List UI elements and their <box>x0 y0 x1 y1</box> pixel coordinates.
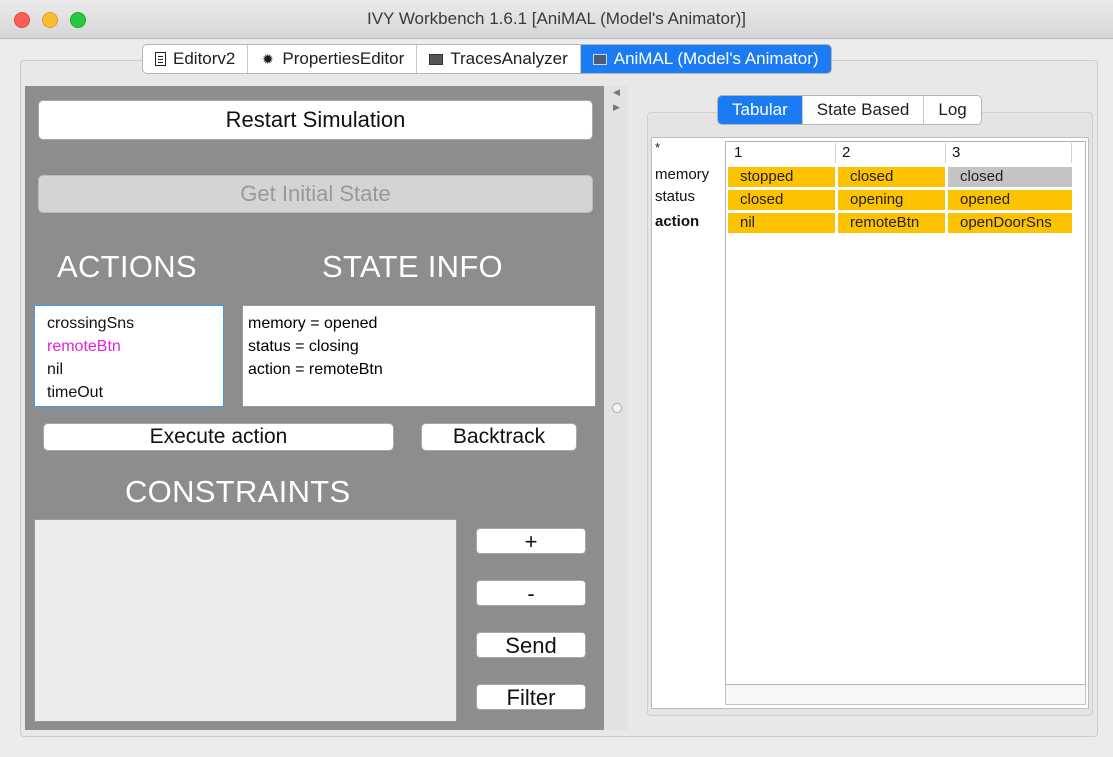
window-title: IVY Workbench 1.6.1 [AniMAL (Model's Ani… <box>367 9 746 28</box>
tab-editorv2[interactable]: Editorv2 <box>143 45 249 73</box>
view-mode-tabs: Tabular State Based Log <box>717 95 982 125</box>
add-constraint-button[interactable]: + <box>476 528 586 554</box>
tab-properties-editor[interactable]: ✹ PropertiesEditor <box>248 45 418 73</box>
corner-cell: * <box>655 140 661 155</box>
bug-icon: ✹ <box>262 51 274 67</box>
tab-state-based[interactable]: State Based <box>803 96 925 124</box>
filter-button[interactable]: Filter <box>476 684 586 710</box>
main-tab-bar: Editorv2 ✹ PropertiesEditor TracesAnalyz… <box>142 44 832 74</box>
table-cell[interactable]: closed <box>948 167 1072 187</box>
tab-animal[interactable]: AniMAL (Model's Animator) <box>580 45 831 73</box>
get-initial-state-button[interactable]: Get Initial State <box>38 175 593 213</box>
table-cell[interactable]: opened <box>948 190 1072 210</box>
state-info-line: action = remoteBtn <box>248 361 383 378</box>
execute-action-button[interactable]: Execute action <box>43 423 394 451</box>
state-info-box: memory = opened status = closing action … <box>242 305 596 407</box>
terminal-icon <box>592 53 607 65</box>
table-cell[interactable]: stopped <box>728 167 835 187</box>
table-cell[interactable]: opening <box>838 190 945 210</box>
list-item[interactable]: nil <box>47 358 211 381</box>
tab-tabular[interactable]: Tabular <box>718 96 803 124</box>
send-button[interactable]: Send <box>476 632 586 658</box>
list-item[interactable]: timeOut <box>47 381 211 404</box>
collapse-right-arrow-icon[interactable]: ▶ <box>613 102 620 113</box>
remove-constraint-button[interactable]: - <box>476 580 586 606</box>
column-header-1[interactable]: 1 <box>728 143 836 163</box>
title-bar: IVY Workbench 1.6.1 [AniMAL (Model's Ani… <box>0 0 1113 39</box>
state-info-line: status = closing <box>248 338 359 355</box>
row-header-status: status <box>655 188 696 205</box>
constraints-title: CONSTRAINTS <box>125 474 351 509</box>
divider-grip-icon[interactable] <box>612 403 622 413</box>
tab-log[interactable]: Log <box>924 96 980 124</box>
row-header-memory: memory <box>655 166 710 183</box>
list-item[interactable]: crossingSns <box>47 312 211 335</box>
table-cell[interactable]: nil <box>728 213 835 233</box>
actions-title: ACTIONS <box>57 249 197 284</box>
state-info-title: STATE INFO <box>322 249 503 284</box>
column-header-2[interactable]: 2 <box>836 143 946 163</box>
tab-traces-analyzer[interactable]: TracesAnalyzer <box>417 45 581 73</box>
table-cell[interactable]: openDoorSns <box>948 213 1072 233</box>
column-header-3[interactable]: 3 <box>946 143 1072 163</box>
table-cell[interactable]: closed <box>838 167 945 187</box>
horizontal-scrollbar[interactable] <box>725 685 1086 705</box>
backtrack-button[interactable]: Backtrack <box>421 423 577 451</box>
collapse-left-arrow-icon[interactable]: ◀ <box>613 87 620 98</box>
terminal-icon <box>429 53 444 65</box>
row-header-action: action <box>655 213 700 230</box>
actions-list[interactable]: crossingSns remoteBtn nil timeOut <box>34 305 224 407</box>
table-cell[interactable]: remoteBtn <box>838 213 945 233</box>
table-cell[interactable]: closed <box>728 190 835 210</box>
split-pane-divider[interactable]: ◀ ▶ <box>604 86 628 730</box>
list-item-selected[interactable]: remoteBtn <box>47 335 211 358</box>
restart-simulation-button[interactable]: Restart Simulation <box>38 100 593 140</box>
state-info-line: memory = opened <box>248 315 378 332</box>
document-icon <box>155 52 166 66</box>
constraints-input[interactable] <box>34 519 457 722</box>
